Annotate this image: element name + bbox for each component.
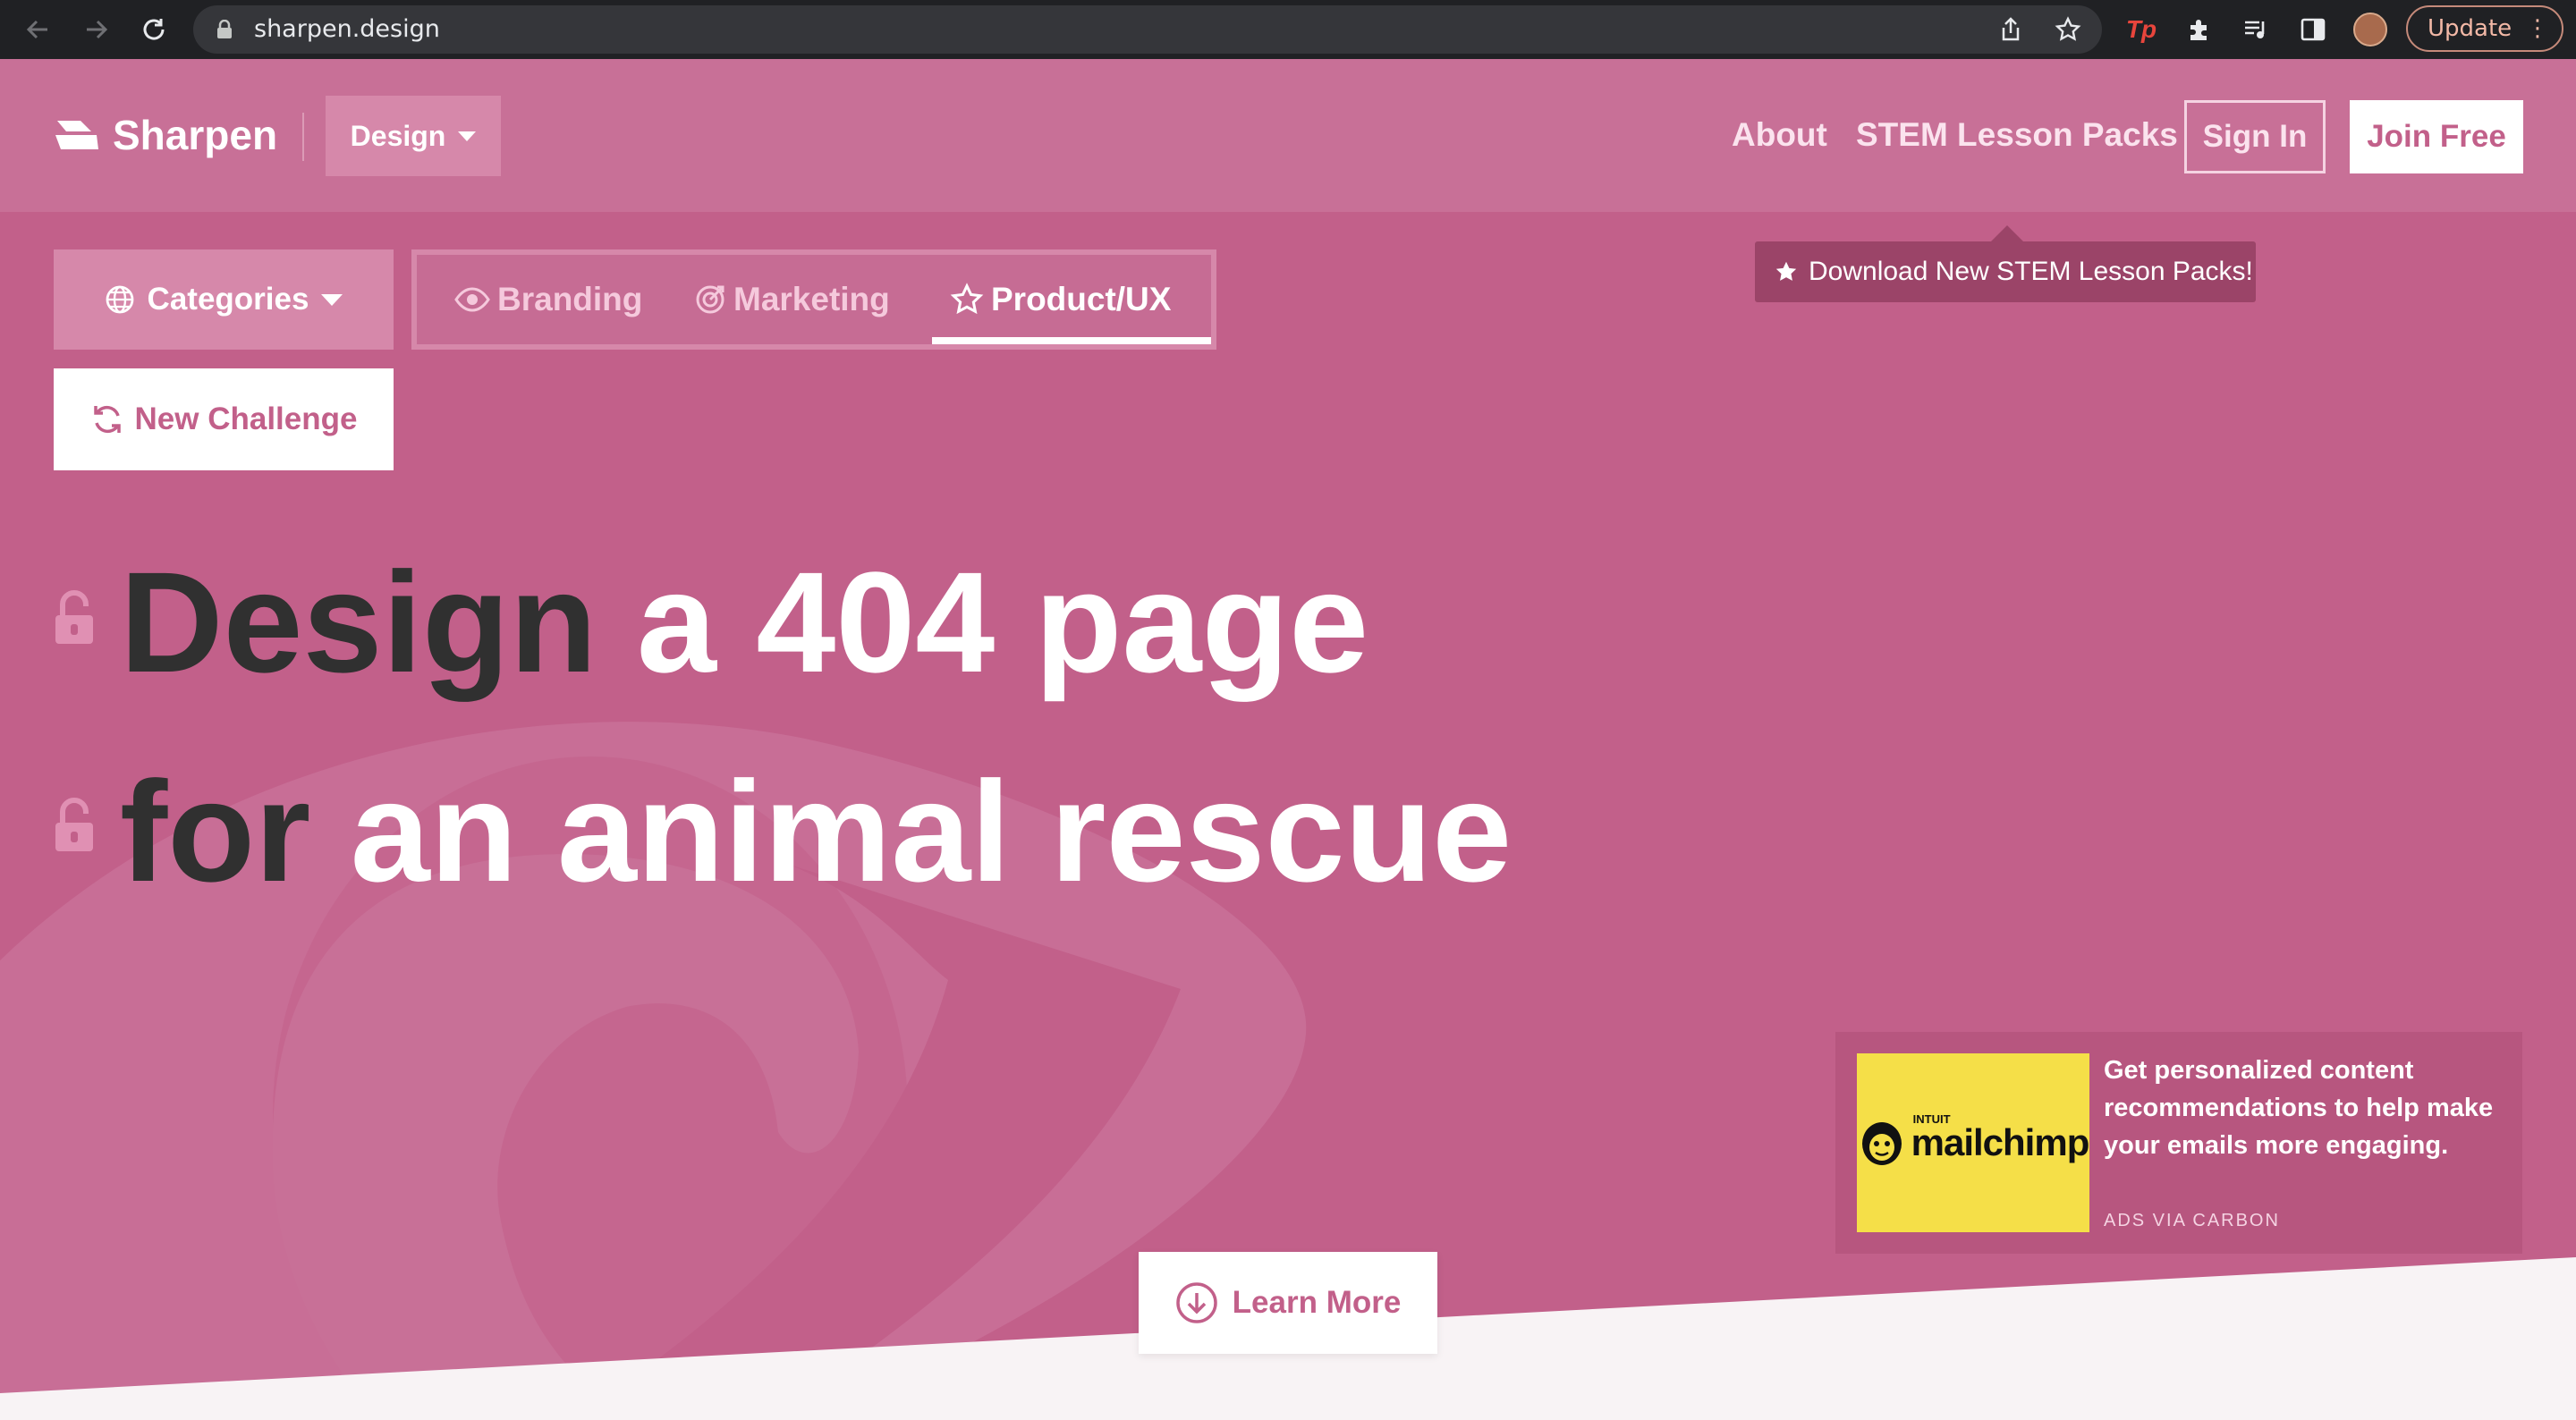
sharpen-logo[interactable]: Sharpen	[54, 111, 277, 159]
tab-label: Branding	[497, 281, 643, 317]
stem-tooltip[interactable]: Download New STEM Lesson Packs!	[1755, 241, 2256, 302]
mailchimp-freddie-icon	[1861, 1122, 1902, 1165]
reload-icon	[143, 19, 165, 40]
category-tabs: Branding Marketing Product/UX	[411, 249, 1216, 350]
categories-label: Categories	[147, 282, 309, 317]
unlock-icon[interactable]	[54, 798, 95, 853]
nav-stem-lesson-packs[interactable]: STEM Lesson Packs	[1856, 116, 2178, 154]
arrow-right-icon	[87, 20, 108, 39]
lock-icon	[217, 20, 232, 38]
design-dropdown-label: Design	[350, 119, 446, 152]
join-free-label: Join Free	[2367, 119, 2506, 154]
browser-toolbar: sharpen.design Tp Update ⋮	[0, 0, 2576, 59]
challenge-verb[interactable]: Design	[120, 542, 597, 702]
tab-label: Product/UX	[991, 281, 1172, 317]
update-label: Update	[2428, 15, 2512, 42]
refresh-icon	[93, 405, 121, 434]
challenge-line-1: Design a 404 page	[120, 551, 1368, 694]
extensions-puzzle-icon[interactable]	[2181, 12, 2216, 47]
ad-brand: INTUIT mailchimp	[1906, 1112, 2090, 1164]
new-challenge-label: New Challenge	[134, 401, 358, 436]
media-queue-icon[interactable]	[2238, 12, 2274, 47]
address-bar[interactable]: sharpen.design	[193, 5, 2102, 54]
challenge-line-2: for an animal rescue	[120, 760, 1512, 903]
learn-more-label: Learn More	[1232, 1285, 1402, 1320]
tooltip-arrow	[1991, 225, 2023, 241]
nav-about[interactable]: About	[1732, 116, 1827, 154]
arrow-down-circle-icon	[1175, 1282, 1217, 1323]
ad-brand-small: INTUIT	[1912, 1112, 1951, 1126]
logo-text: Sharpen	[113, 112, 278, 158]
new-challenge-button[interactable]: New Challenge	[54, 368, 394, 470]
page: Sharpen Design About STEM Lesson Packs S…	[0, 59, 2576, 1420]
chevron-down-icon	[458, 131, 477, 141]
tab-product-ux[interactable]: Product/UX	[950, 255, 1171, 344]
ad-image[interactable]: INTUIT mailchimp	[1857, 1053, 2089, 1232]
extension-tp-icon[interactable]: Tp	[2123, 12, 2159, 47]
categories-dropdown[interactable]: Categories	[54, 249, 394, 350]
challenge-subject[interactable]: a 404 page	[637, 542, 1368, 702]
logo-divider	[302, 113, 304, 161]
share-icon[interactable]	[1993, 12, 2029, 47]
globe-icon	[106, 285, 133, 314]
bookmark-star-icon[interactable]	[2050, 12, 2086, 47]
unlock-icon[interactable]	[54, 590, 95, 646]
ads-via-carbon[interactable]: ADS VIA CARBON	[2104, 1211, 2280, 1231]
chevron-down-icon	[321, 293, 343, 306]
star-icon	[1775, 261, 1797, 281]
target-icon	[696, 285, 724, 314]
side-panel-icon[interactable]	[2295, 12, 2331, 47]
tab-marketing[interactable]: Marketing	[694, 255, 890, 344]
eye-icon	[454, 287, 490, 312]
more-menu-icon[interactable]: ⋮	[2526, 7, 2549, 50]
carbon-ad[interactable]: INTUIT mailchimp Get personalized conten…	[1835, 1032, 2522, 1254]
tab-label: Marketing	[733, 281, 890, 317]
join-free-button[interactable]: Join Free	[2350, 100, 2523, 173]
challenge-audience[interactable]: an animal rescue	[351, 751, 1512, 911]
active-tab-indicator	[932, 337, 1211, 344]
tab-branding[interactable]: Branding	[454, 255, 642, 344]
ad-text[interactable]: Get personalized content recommendations…	[2104, 1052, 2506, 1164]
sign-in-label: Sign In	[2202, 119, 2308, 154]
url-text: sharpen.design	[254, 15, 440, 43]
learn-more-button[interactable]: Learn More	[1139, 1252, 1437, 1354]
update-button[interactable]: Update ⋮	[2406, 5, 2563, 52]
forward-button[interactable]	[79, 12, 114, 47]
tooltip-text: Download New STEM Lesson Packs!	[1809, 257, 2253, 286]
star-icon	[950, 283, 984, 315]
sign-in-button[interactable]: Sign In	[2184, 100, 2326, 173]
challenge-preposition[interactable]: for	[120, 751, 310, 911]
arrow-left-icon	[26, 20, 47, 39]
ad-brand-name: mailchimp	[1911, 1121, 2090, 1163]
design-dropdown[interactable]: Design	[326, 96, 501, 176]
profile-avatar[interactable]	[2352, 12, 2388, 47]
reload-button[interactable]	[136, 12, 172, 47]
back-button[interactable]	[20, 12, 55, 47]
sharpen-logo-icon	[55, 121, 98, 149]
